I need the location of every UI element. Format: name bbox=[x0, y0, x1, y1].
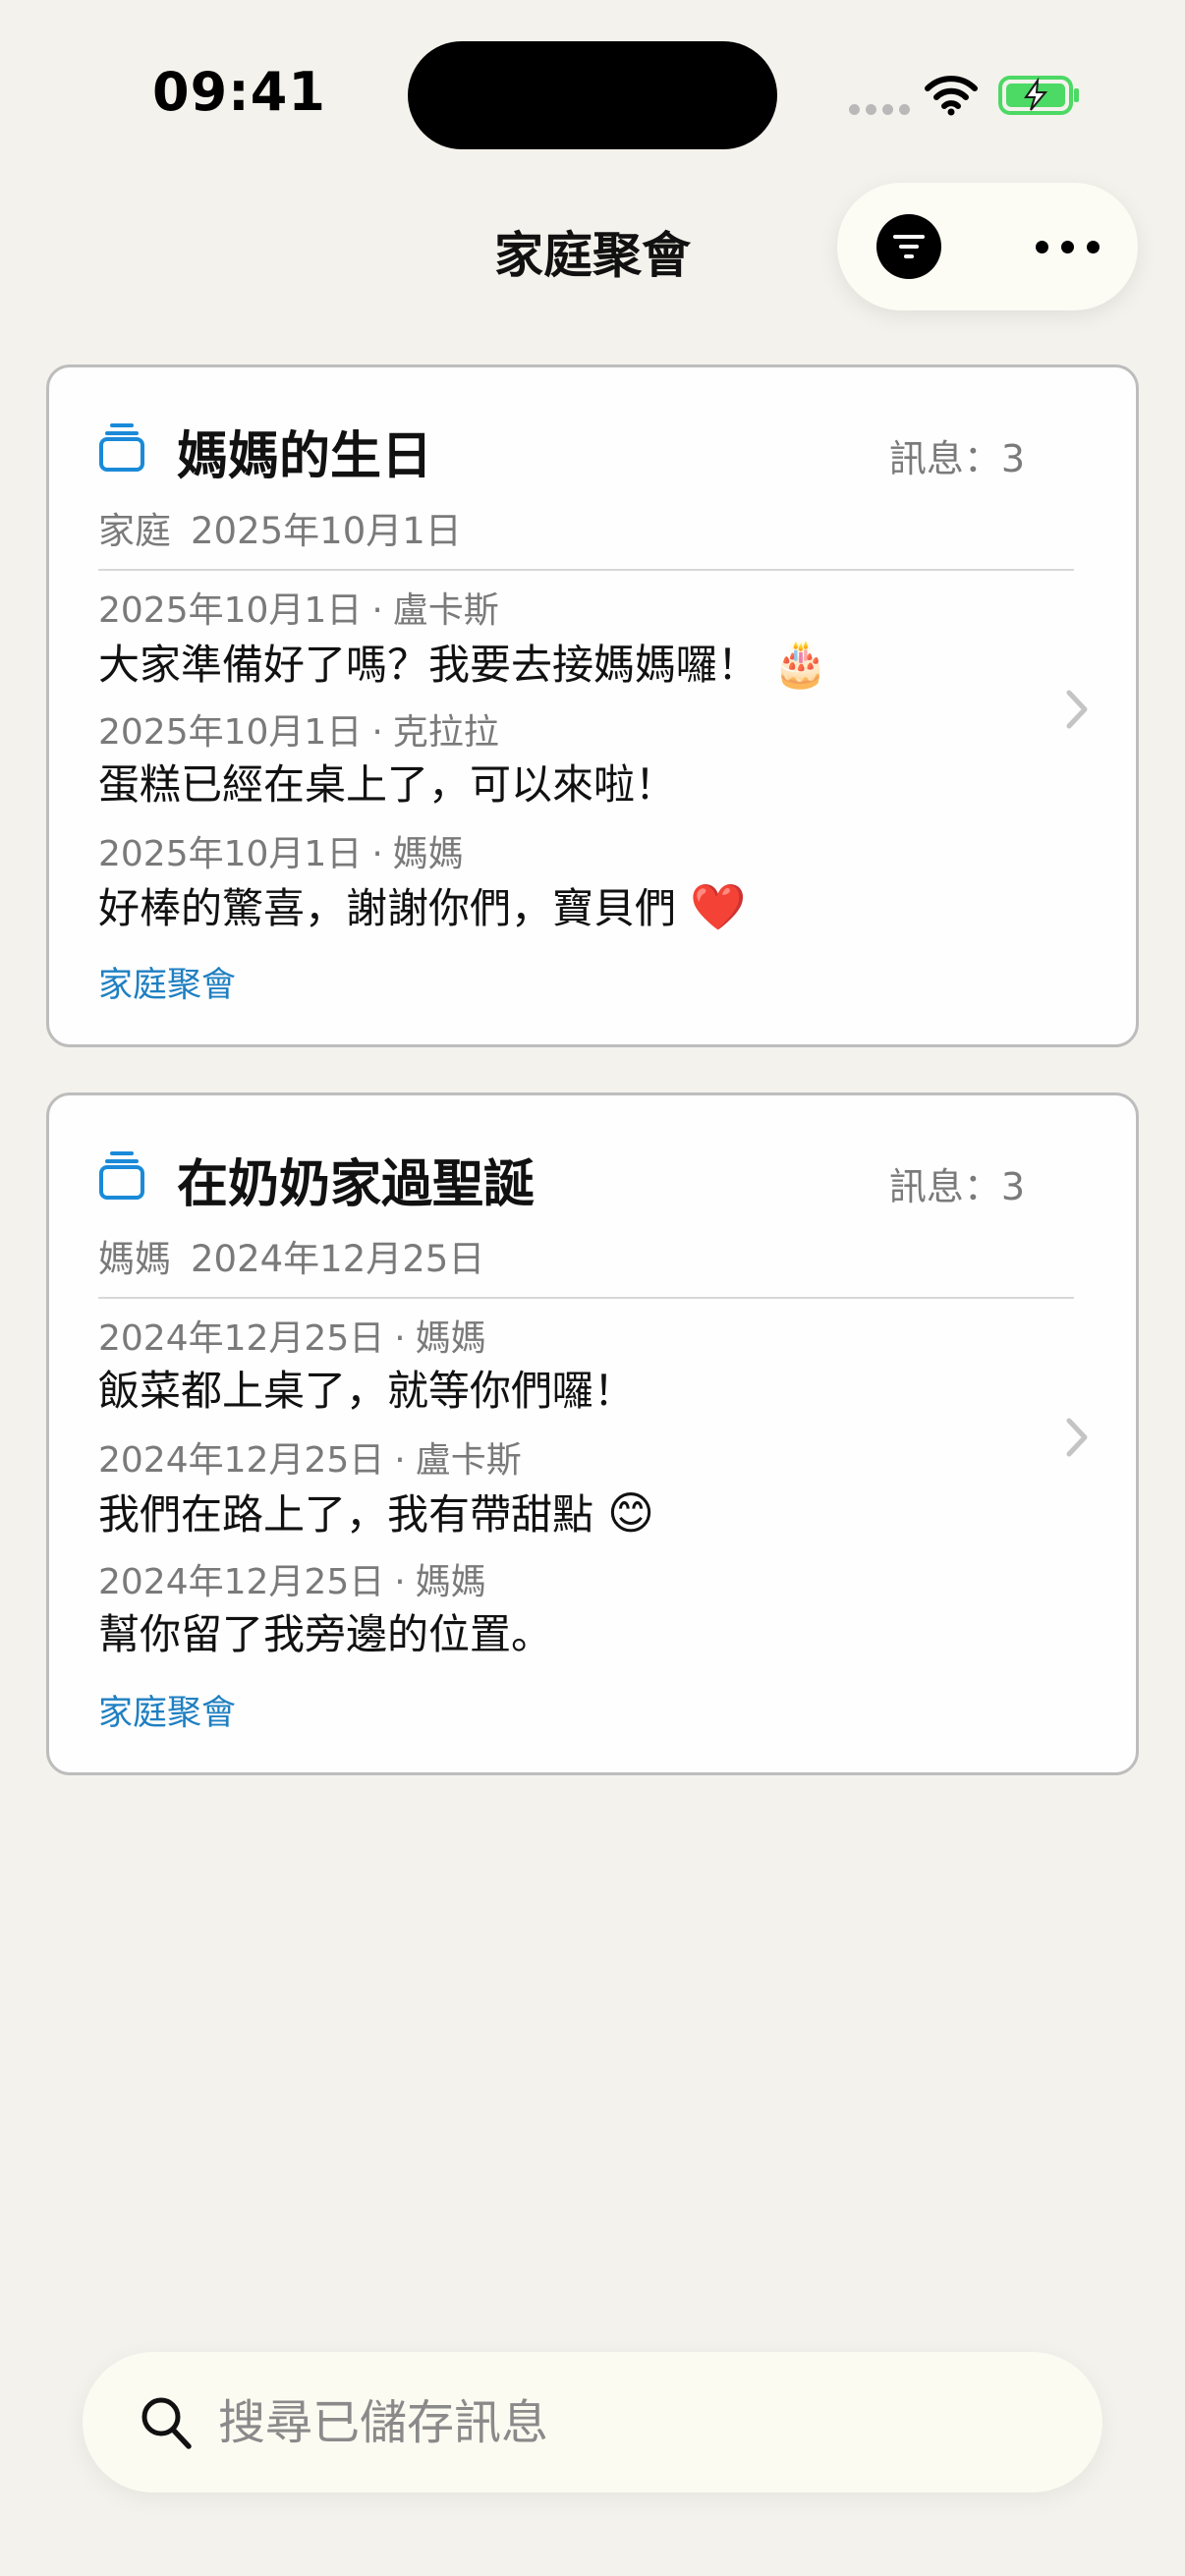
smile-emoji: 😊 bbox=[607, 1486, 654, 1540]
cake-emoji: 🎂 bbox=[772, 637, 829, 690]
separator: · bbox=[371, 834, 383, 874]
stack-icon bbox=[99, 423, 144, 472]
message-list: 2025年10月1日 · 盧卡斯 大家準備好了嗎？我要去接媽媽囉！ 🎂 2025年10… bbox=[98, 588, 1061, 954]
message-text: 大家準備好了嗎？我要去接媽媽囉！ 🎂 bbox=[98, 637, 829, 690]
message-header: 2024年12月25日 · 媽媽 bbox=[98, 1560, 1061, 1605]
card-date: 2024年12月25日 bbox=[191, 1238, 485, 1280]
message-date: 2024年12月25日 bbox=[98, 1562, 385, 1602]
chevron-right-icon bbox=[1066, 1418, 1088, 1457]
message-text: 蛋糕已經在桌上了，可以來啦！ bbox=[98, 760, 677, 809]
chevron-right-icon bbox=[1066, 690, 1088, 729]
card-owner: 家庭 bbox=[98, 510, 171, 552]
message-text: 我們在路上了，我有帶甜點 😊 bbox=[98, 1486, 654, 1540]
screen: 09:41 家庭聚會 媽媽的生日 訊息：3 家庭 2025年10月1日 2025… bbox=[0, 0, 1185, 2576]
message-item: 2025年10月1日 · 克拉拉 蛋糕已經在桌上了，可以來啦！ bbox=[98, 710, 1061, 832]
message-count: 訊息：3 bbox=[888, 1165, 1025, 1208]
filter-icon bbox=[893, 235, 925, 258]
message-date: 2024年12月25日 bbox=[98, 1440, 385, 1481]
card-title: 媽媽的生日 bbox=[177, 427, 433, 486]
card-meta: 媽媽 2024年12月25日 bbox=[98, 1229, 484, 1282]
message-date: 2025年10月1日 bbox=[98, 590, 363, 631]
search-icon bbox=[141, 2397, 192, 2449]
message-date: 2025年10月1日 bbox=[98, 712, 363, 753]
message-header: 2025年10月1日 · 媽媽 bbox=[98, 832, 1061, 877]
filter-button[interactable] bbox=[876, 214, 941, 279]
separator: · bbox=[394, 1318, 406, 1359]
more-button[interactable] bbox=[1034, 222, 1102, 271]
dynamic-island bbox=[408, 41, 777, 149]
heart-emoji: ❤️ bbox=[690, 880, 747, 933]
card-tag-link[interactable]: 家庭聚會 bbox=[98, 957, 236, 1007]
message-sender: 克拉拉 bbox=[392, 712, 499, 753]
message-count: 訊息：3 bbox=[888, 437, 1025, 480]
message-item: 2024年12月25日 · 媽媽 飯菜都上桌了，就等你們囉！ bbox=[98, 1316, 1061, 1438]
message-text: 幫你留了我旁邊的位置。 bbox=[98, 1610, 553, 1658]
message-header: 2024年12月25日 · 媽媽 bbox=[98, 1316, 1061, 1362]
message-header: 2025年10月1日 · 克拉拉 bbox=[98, 710, 1061, 756]
signal-icon bbox=[849, 104, 910, 115]
message-text: 好棒的驚喜，謝謝你們，寶貝們 ❤️ bbox=[98, 880, 747, 933]
separator: · bbox=[394, 1440, 406, 1481]
separator: · bbox=[371, 590, 383, 631]
search-input[interactable] bbox=[218, 2381, 1063, 2464]
header-actions bbox=[837, 183, 1138, 310]
card-meta: 家庭 2025年10月1日 bbox=[98, 501, 462, 554]
message-date: 2024年12月25日 bbox=[98, 1318, 385, 1359]
message-list: 2024年12月25日 · 媽媽 飯菜都上桌了，就等你們囉！ 2024年12月25日… bbox=[98, 1316, 1061, 1682]
separator: · bbox=[371, 712, 383, 753]
card-title: 在奶奶家過聖誕 bbox=[177, 1155, 536, 1214]
message-item: 2024年12月25日 · 媽媽 幫你留了我旁邊的位置。 bbox=[98, 1560, 1061, 1682]
stack-icon bbox=[99, 1151, 144, 1200]
card-date: 2025年10月1日 bbox=[191, 510, 462, 552]
message-header: 2025年10月1日 · 盧卡斯 bbox=[98, 588, 1061, 634]
message-sender: 盧卡斯 bbox=[392, 590, 499, 631]
battery-charging-icon bbox=[998, 76, 1079, 115]
message-text: 飯菜都上桌了，就等你們囉！ bbox=[98, 1367, 636, 1415]
message-sender: 媽媽 bbox=[415, 1562, 486, 1602]
message-sender: 媽媽 bbox=[415, 1318, 486, 1359]
divider bbox=[98, 1297, 1074, 1299]
message-header: 2024年12月25日 · 盧卡斯 bbox=[98, 1438, 1061, 1484]
search-bar bbox=[83, 2352, 1102, 2492]
conversation-card[interactable]: 媽媽的生日 訊息：3 家庭 2025年10月1日 2025年10月1日 · 盧卡斯 大… bbox=[46, 364, 1139, 1047]
divider bbox=[98, 569, 1074, 571]
conversation-card[interactable]: 在奶奶家過聖誕 訊息：3 媽媽 2024年12月25日 2024年12月25日 · 媽… bbox=[46, 1092, 1139, 1775]
message-date: 2025年10月1日 bbox=[98, 834, 363, 874]
wifi-icon bbox=[925, 76, 978, 116]
card-tag-link[interactable]: 家庭聚會 bbox=[98, 1685, 236, 1735]
status-time: 09:41 bbox=[152, 61, 326, 123]
message-item: 2025年10月1日 · 媽媽 好棒的驚喜，謝謝你們，寶貝們 ❤️ bbox=[98, 832, 1061, 954]
message-sender: 盧卡斯 bbox=[415, 1440, 522, 1481]
card-owner: 媽媽 bbox=[98, 1238, 171, 1280]
separator: · bbox=[394, 1562, 406, 1602]
message-item: 2025年10月1日 · 盧卡斯 大家準備好了嗎？我要去接媽媽囉！ 🎂 bbox=[98, 588, 1061, 710]
message-item: 2024年12月25日 · 盧卡斯 我們在路上了，我有帶甜點 😊 bbox=[98, 1438, 1061, 1560]
message-sender: 媽媽 bbox=[392, 834, 464, 874]
